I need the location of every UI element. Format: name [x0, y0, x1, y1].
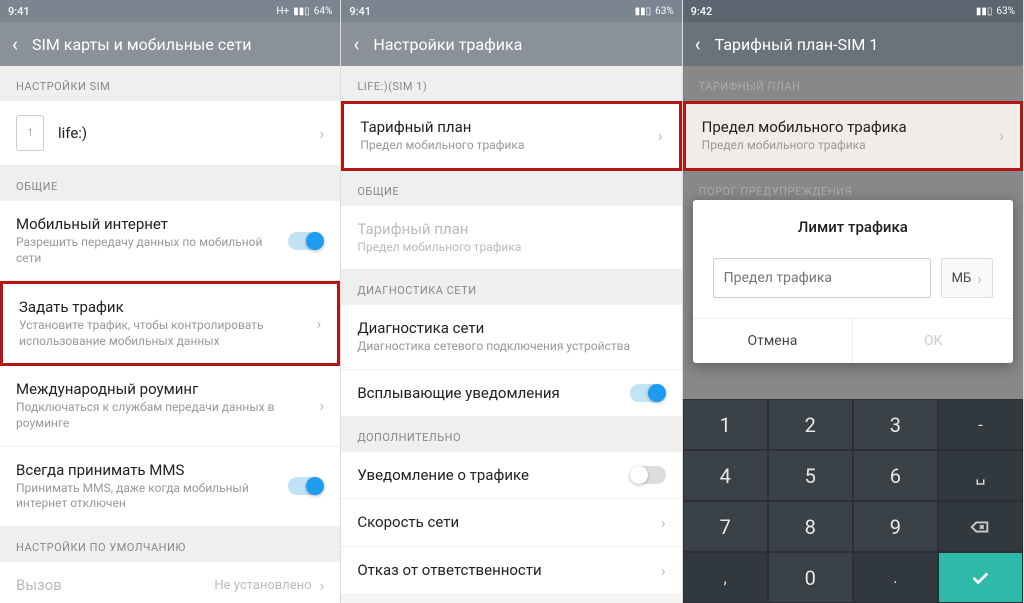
status-time: 9:41 [8, 5, 30, 18]
content: LIFE:)(SIM 1) Тарифный план Предел мобил… [341, 66, 681, 603]
tariff-plan-row[interactable]: Тарифный план Предел мобильного трафика … [341, 101, 681, 171]
content: НАСТРОЙКИ SIM 1 life:) › ОБЩИЕ Мобильный… [0, 66, 340, 603]
popup-toggle[interactable] [630, 384, 666, 402]
disclaimer-row[interactable]: Отказ от ответственности › [341, 547, 681, 595]
traffic-notif-row[interactable]: Уведомление о трафике [341, 452, 681, 499]
key-5[interactable]: 5 [768, 450, 853, 501]
key-space[interactable]: ␣ [938, 450, 1023, 501]
roaming-row[interactable]: Международный роуминг Подключаться к слу… [0, 366, 340, 446]
status-icons: H+ ▮▮▯ 64% [276, 6, 332, 17]
chevron-icon: › [661, 561, 666, 580]
header: ‹ Настройки трафика [341, 22, 681, 66]
key-9[interactable]: 9 [853, 501, 938, 552]
unit-selector[interactable]: МБ › [941, 258, 993, 298]
header-title: SIM карты и мобильные сети [32, 35, 251, 54]
data-limit-row[interactable]: Предел мобильного трафика Предел мобильн… [683, 101, 1023, 171]
header: ‹ Тарифный план-SIM 1 [683, 22, 1023, 66]
cancel-button[interactable]: Отмена [693, 319, 854, 363]
traffic-limit-dialog: Лимит трафика МБ › Отмена OK [693, 200, 1013, 363]
tariff-plan-general-row[interactable]: Тарифный план Предел мобильного трафика [341, 206, 681, 271]
key-minus[interactable]: - [938, 399, 1023, 450]
key-6[interactable]: 6 [853, 450, 938, 501]
status-bar: 9:41 H+ ▮▮▯ 64% [0, 0, 340, 22]
key-backspace[interactable] [938, 501, 1023, 552]
key-4[interactable]: 4 [683, 450, 768, 501]
numeric-keyboard: 1 2 3 - 4 5 6 ␣ 7 8 9 , 0 . [683, 399, 1023, 603]
section-defaults: НАСТРОЙКИ ПО УМОЛЧАНИЮ [0, 527, 340, 562]
sim-row[interactable]: 1 life:) › [0, 101, 340, 166]
key-7[interactable]: 7 [683, 501, 768, 552]
key-comma[interactable]: , [683, 552, 768, 603]
chevron-icon: › [320, 124, 325, 143]
chevron-icon: › [317, 314, 322, 333]
sim-icon: 1 [16, 115, 44, 151]
speed-row[interactable]: Скорость сети › [341, 499, 681, 547]
set-traffic-row[interactable]: Задать трафик Установите трафик, чтобы к… [0, 281, 340, 366]
sim-name: life:) [58, 124, 320, 142]
key-8[interactable]: 8 [768, 501, 853, 552]
chevron-icon: › [999, 126, 1004, 145]
screen-traffic-settings: 9:41 ▮▮▯ 63% ‹ Настройки трафика LIFE:)(… [341, 0, 682, 603]
header: ‹ SIM карты и мобильные сети [0, 22, 340, 66]
diagnostics-row[interactable]: Диагностика сети Диагностика сетевого по… [341, 305, 681, 370]
status-bar: 9:42 ▮▮▯ 63% [683, 0, 1023, 22]
chevron-icon: › [658, 126, 663, 145]
traffic-notif-toggle[interactable] [630, 466, 666, 484]
screen-sim-settings: 9:41 H+ ▮▮▯ 64% ‹ SIM карты и мобильные … [0, 0, 341, 603]
status-bar: 9:41 ▮▮▯ 63% [341, 0, 681, 22]
chevron-icon: › [661, 513, 666, 532]
back-icon[interactable]: ‹ [695, 32, 701, 56]
key-dot[interactable]: . [853, 552, 938, 603]
key-2[interactable]: 2 [768, 399, 853, 450]
mms-toggle[interactable] [288, 477, 324, 495]
mms-row[interactable]: Всегда принимать MMS Принимать MMS, даже… [0, 447, 340, 527]
back-icon[interactable]: ‹ [353, 32, 359, 56]
chevron-icon: › [320, 396, 325, 415]
mobile-data-toggle[interactable] [288, 232, 324, 250]
section-general: ОБЩИЕ [0, 166, 340, 201]
limit-input[interactable] [713, 258, 931, 298]
key-confirm[interactable] [938, 552, 1023, 603]
mobile-data-row[interactable]: Мобильный интернет Разрешить передачу да… [0, 201, 340, 281]
chevron-icon: › [320, 576, 325, 595]
screen-tariff-plan: 9:42 ▮▮▯ 63% ‹ Тарифный план-SIM 1 ТАРИФ… [683, 0, 1024, 603]
calls-row[interactable]: Вызов Не установлено › [0, 562, 340, 603]
ok-button[interactable]: OK [853, 319, 1013, 363]
key-1[interactable]: 1 [683, 399, 768, 450]
back-icon[interactable]: ‹ [12, 32, 18, 56]
dialog-title: Лимит трафика [693, 200, 1013, 252]
key-3[interactable]: 3 [853, 399, 938, 450]
popup-notif-row[interactable]: Всплывающие уведомления [341, 370, 681, 417]
section-sim: НАСТРОЙКИ SIM [0, 66, 340, 101]
key-0[interactable]: 0 [768, 552, 853, 603]
chevron-icon: › [977, 269, 982, 288]
